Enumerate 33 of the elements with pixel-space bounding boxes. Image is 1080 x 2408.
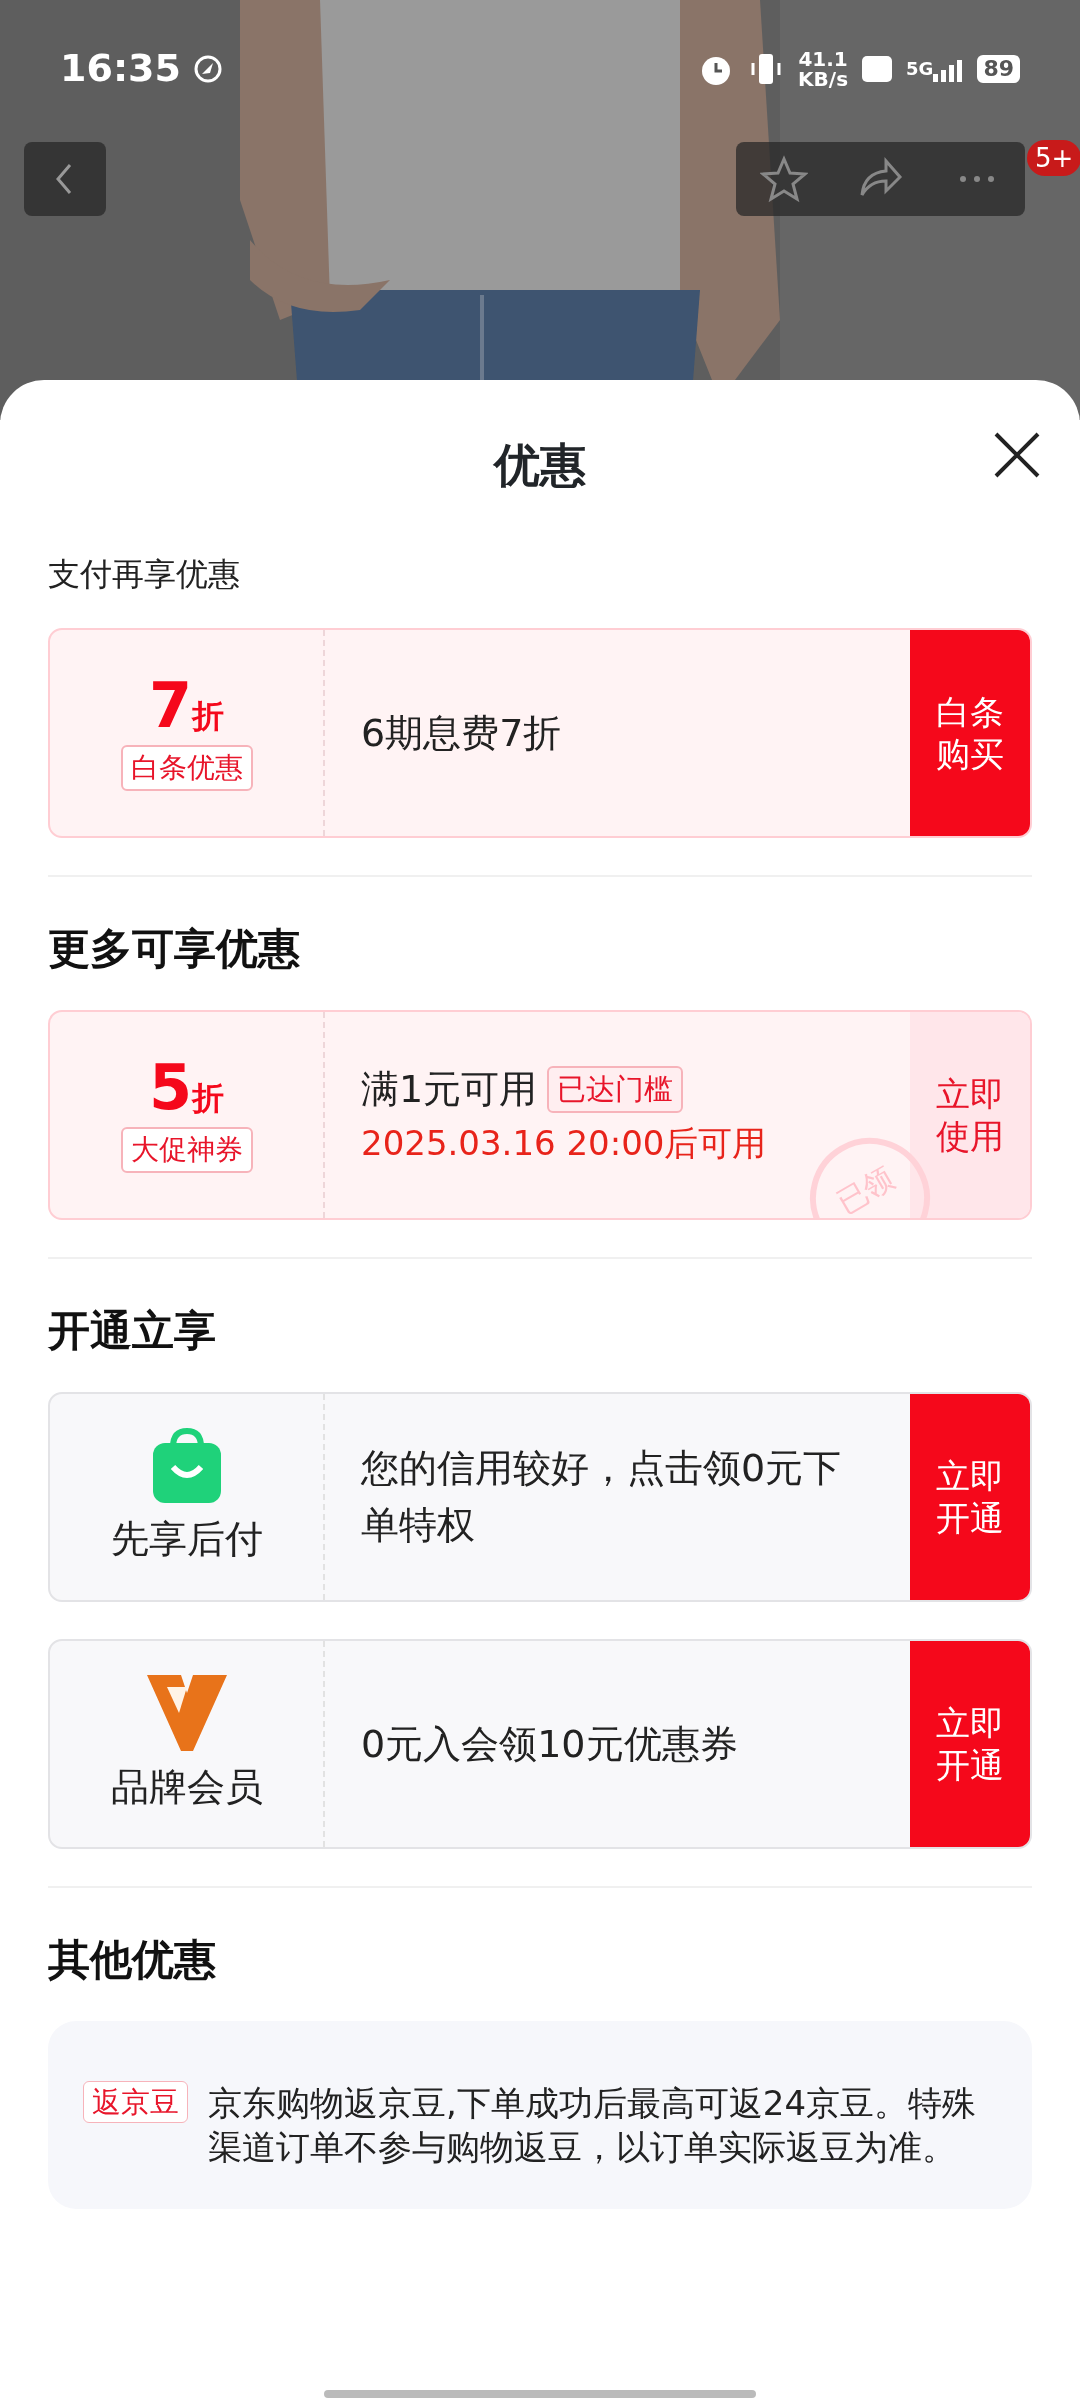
offer-tag: 白条优惠 <box>120 745 253 791</box>
battery-indicator: 89 <box>977 54 1020 83</box>
back-button[interactable] <box>24 142 106 216</box>
note-tag: 返京豆 <box>83 2081 188 2123</box>
service-name: 先享后付 <box>110 1515 263 1563</box>
section-title: 其他优惠 <box>48 1934 217 1986</box>
offer-tag: 大促神券 <box>120 1127 253 1173</box>
discount-value: 5折 <box>148 1057 225 1119</box>
offer-text: 6期息费7折 <box>361 709 563 757</box>
action-button[interactable]: 立即开通 <box>910 1641 1030 1847</box>
section-title: 支付再享优惠 <box>48 554 241 595</box>
signal-icon <box>933 58 964 82</box>
sheet-title: 优惠 <box>492 437 587 494</box>
coupon-condition: 满1元可用 <box>361 1066 538 1113</box>
action-button[interactable]: 立即开通 <box>910 1394 1030 1600</box>
action-button[interactable]: 立即使用 <box>910 1012 1030 1218</box>
threshold-badge: 已达门槛 <box>547 1065 684 1114</box>
location-icon <box>192 53 223 84</box>
service-name: 品牌会员 <box>110 1763 263 1811</box>
network-type: 5G <box>906 57 934 81</box>
speed-unit: KB/s <box>798 68 849 89</box>
status-time: 16:35 <box>60 45 181 92</box>
network-speed: 41.1 <box>798 48 849 69</box>
action-button[interactable]: 白条购买 <box>910 630 1030 836</box>
section-title: 更多可享优惠 <box>48 923 301 975</box>
offer-text: 您的信用较好，点击领0元下单特权 <box>361 1445 843 1549</box>
section-title: 开通立享 <box>48 1305 217 1357</box>
offer-text: 0元入会领10元优惠券 <box>361 1720 739 1768</box>
coupon-date: 2025.03.16 20:00后可用 <box>361 1122 768 1165</box>
note-text: 京东购物返京豆,下单成功后最高可返24京豆。特殊渠道订单不参与购物返豆，以订单实际返豆为准。 <box>208 2082 978 2170</box>
shopping-bag-icon <box>150 1426 223 1505</box>
v-logo-icon <box>144 1672 229 1753</box>
discount-value: 7折 <box>148 675 225 737</box>
